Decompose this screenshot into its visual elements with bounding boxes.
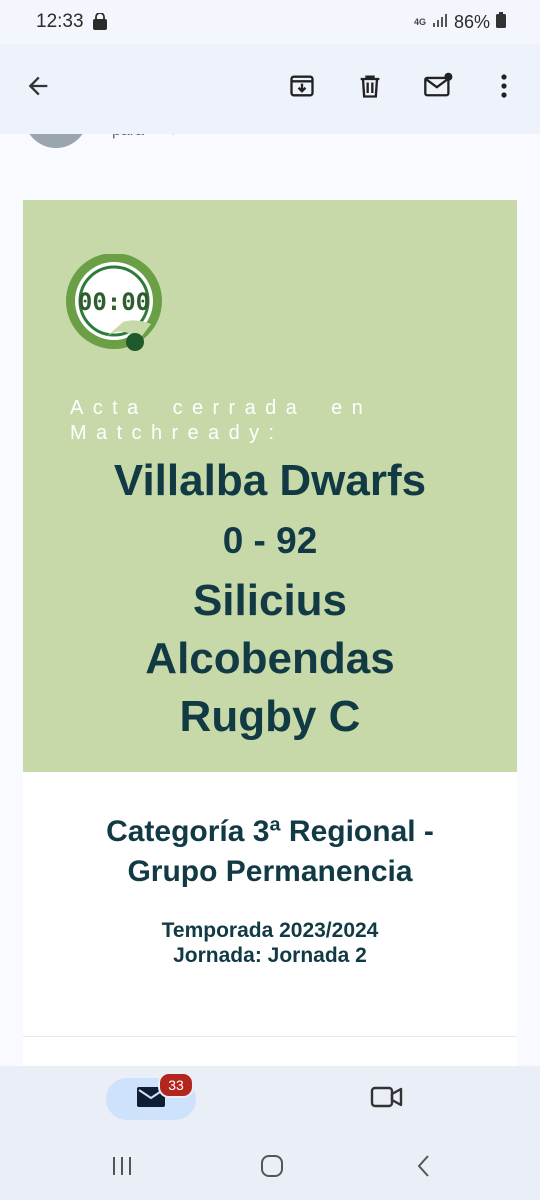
home-team: Villalba Dwarfs [113,456,427,505]
nav-mail-tab[interactable]: 33 [106,1072,196,1120]
round-label: Jornada: Jornada 2 [173,944,367,967]
recipient-label[interactable]: para [112,134,144,140]
category-title: Categoría 3ª Regional - Grupo Permanenci… [23,812,517,892]
home-icon [261,1155,283,1177]
network-type: 4G [413,16,426,27]
battery-icon [496,11,506,33]
away-team-line2: Alcobendas [145,634,395,683]
match-summary: Villalba Dwarfs 0 - 92 Silicius Alcobend… [23,452,517,746]
signal-icon [432,13,448,32]
video-camera-icon [370,1086,404,1114]
status-indicators: 4G 86% [414,10,506,34]
arrow-left-icon [24,72,52,105]
trash-icon [356,72,384,105]
archive-button[interactable] [282,68,322,108]
archive-icon [288,72,316,105]
away-team-line1: Silicius [192,576,348,625]
home-button[interactable] [260,1154,284,1183]
system-navigation-bar [0,1138,540,1200]
email-toolbar [0,44,540,134]
closed-report-label: Acta cerrada en Matchready: [70,397,373,444]
season-label: Temporada 2023/2024 [161,919,379,942]
svg-text:00:00: 00:00 [78,288,150,316]
nav-meet-tab[interactable] [370,1084,404,1115]
recents-button[interactable] [110,1154,134,1183]
more-options-button[interactable] [484,68,524,108]
category-line1: Categoría 3ª Regional - [106,815,434,848]
back-nav-button[interactable] [414,1154,434,1183]
divider [23,1036,517,1037]
delete-button[interactable] [350,68,390,108]
season-info: Temporada 2023/2024 Jornada: Jornada 2 [23,918,517,968]
avatar[interactable] [24,134,88,148]
category-line2: Grupo Permanencia [127,855,413,888]
status-bar: 12:33 4G 86% [0,0,540,44]
match-score: 0 - 92 [222,520,318,561]
unread-count-badge: 33 [158,1072,194,1098]
away-team-line3: Rugby C [179,692,361,741]
shopping-bag-icon [92,12,108,36]
battery-percent: 86% [453,11,490,32]
match-result-card: 00:00 Acta cerrada en Matchready: Villal… [23,200,517,772]
status-time: 12:33 [36,11,84,32]
back-button[interactable] [18,68,58,108]
chevron-down-icon[interactable]: ▾ [170,134,176,138]
match-details-card: Categoría 3ª Regional - Grupo Permanenci… [23,772,517,1066]
mark-unread-button[interactable] [418,68,458,108]
bottom-navigation: 33 [0,1066,540,1138]
mark-unread-icon [423,72,453,105]
recents-icon [113,1157,131,1175]
back-chevron-icon [417,1155,429,1177]
email-body: para ▾ 00:00 Acta cerrada en Matchready:… [0,134,540,1066]
more-vert-icon [500,73,508,104]
matchready-logo: 00:00 [65,253,167,361]
